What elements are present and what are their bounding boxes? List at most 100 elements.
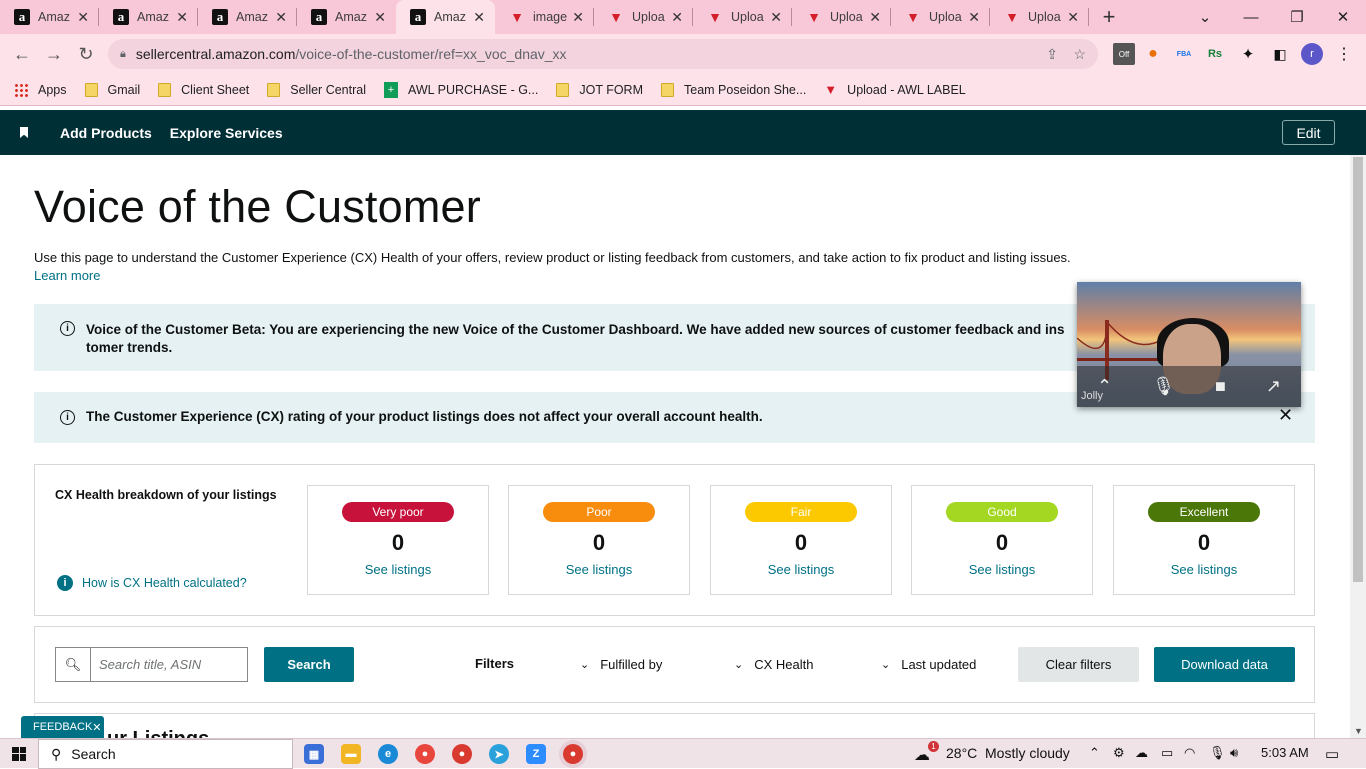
see-listings-link[interactable]: See listings	[912, 562, 1092, 577]
tab-search-chevron-icon[interactable]: ⌄	[1182, 0, 1228, 34]
back-arrow-icon[interactable]: ←	[6, 44, 38, 65]
weather-temp[interactable]: 28°C	[946, 745, 977, 761]
close-tab-icon[interactable]: ✕	[374, 9, 386, 26]
browser-tab[interactable]: ▼ Uploa ✕	[990, 0, 1089, 34]
bookmark-jot-form[interactable]: JOT FORM	[556, 82, 643, 97]
close-tab-icon[interactable]: ✕	[275, 9, 287, 26]
browser-tab[interactable]: a Amaz ✕	[99, 0, 198, 34]
close-tab-icon[interactable]: ✕	[572, 9, 584, 26]
star-bookmark-icon[interactable]: ☆	[1073, 46, 1086, 63]
video-call-window[interactable]: ⌃ 🎙︎ ■ ↗ Jolly	[1077, 282, 1301, 407]
profile-avatar[interactable]: r	[1301, 43, 1323, 65]
last-updated-dropdown[interactable]: ⌄ Last updated	[881, 657, 976, 672]
browser-tab[interactable]: ▼ Uploa ✕	[693, 0, 792, 34]
fba-extension-icon[interactable]: FBA	[1173, 43, 1195, 65]
bookmark-gmail[interactable]: Gmail	[84, 82, 140, 97]
telegram-icon[interactable]: ➤	[489, 744, 509, 764]
search-icon[interactable]: 🔍︎	[55, 647, 90, 682]
bookmark-team-poseidon[interactable]: Team Poseidon She...	[661, 82, 806, 97]
see-listings-link[interactable]: See listings	[711, 562, 891, 577]
scroll-down-arrow-icon[interactable]: ▼	[1354, 726, 1363, 736]
rs-extension-icon[interactable]: Rs	[1204, 43, 1226, 65]
clear-filters-button[interactable]: Clear filters	[1018, 647, 1139, 682]
nav-explore-services[interactable]: Explore Services	[170, 125, 283, 141]
bookmark-upload-awl-label[interactable]: ▼ Upload - AWL LABEL	[824, 82, 965, 97]
wifi-icon[interactable]: ◠	[1184, 745, 1195, 761]
mic-muted-icon[interactable]: 🎙︎	[1152, 376, 1175, 397]
tray-app-icon[interactable]: ⚙	[1113, 745, 1125, 761]
new-tab-plus-icon[interactable]: +	[1089, 4, 1129, 30]
close-tab-icon[interactable]: ✕	[176, 9, 188, 26]
close-tab-icon[interactable]: ✕	[968, 9, 980, 26]
browser-tab[interactable]: ▼ Uploa ✕	[792, 0, 891, 34]
menu-dots-icon[interactable]: ⋮	[1333, 43, 1355, 65]
browser-tab-active[interactable]: a Amaz ✕	[396, 0, 495, 34]
forward-arrow-icon[interactable]: →	[38, 44, 70, 65]
notifications-icon[interactable]: ▭	[1325, 745, 1339, 763]
bookmark-awl-purchase[interactable]: + AWL PURCHASE - G...	[384, 81, 538, 98]
puzzle-extensions-icon[interactable]: ✦	[1237, 43, 1259, 65]
url-path: /voice-of-the-customer/ref=xx_voc_dnav_x…	[295, 46, 567, 62]
off-extension-icon[interactable]: Off	[1113, 43, 1135, 65]
file-explorer-icon[interactable]: ▬	[341, 744, 361, 764]
close-tab-icon[interactable]: ✕	[77, 9, 89, 26]
close-tab-icon[interactable]: ✕	[473, 9, 485, 26]
close-feedback-icon[interactable]: ✕	[92, 721, 101, 734]
tray-overflow-icon[interactable]: ⌃	[1089, 745, 1100, 761]
windows-start-icon[interactable]	[12, 746, 26, 761]
see-listings-link[interactable]: See listings	[1114, 562, 1294, 577]
close-window-icon[interactable]: ✕	[1320, 0, 1366, 34]
close-tab-icon[interactable]: ✕	[770, 9, 782, 26]
restore-icon[interactable]: ❐	[1274, 0, 1320, 34]
browser-tab[interactable]: a Amaz ✕	[297, 0, 396, 34]
see-listings-link[interactable]: See listings	[509, 562, 689, 577]
cx-health-how-link[interactable]: i How is CX Health calculated?	[57, 575, 247, 591]
feedback-button[interactable]: FEEDBACK ✕	[21, 716, 104, 738]
task-view-icon[interactable]: ▦	[304, 744, 324, 764]
browser-tab[interactable]: ▼ Uploa ✕	[594, 0, 693, 34]
search-input[interactable]: Search title, ASIN	[90, 647, 248, 682]
taskbar-search[interactable]: ⚲ Search	[38, 739, 293, 769]
close-tab-icon[interactable]: ✕	[869, 9, 881, 26]
popout-icon[interactable]: ↗	[1266, 376, 1281, 397]
share-icon[interactable]: ⇪	[1046, 46, 1058, 63]
address-bar[interactable]: 🔒︎ sellercentral.amazon.com/voice-of-the…	[108, 39, 1098, 69]
bookmark-client-sheet[interactable]: Client Sheet	[158, 82, 249, 97]
see-listings-link[interactable]: See listings	[308, 562, 488, 577]
cx-health-dropdown[interactable]: ⌄ CX Health	[734, 657, 813, 672]
learn-more-link[interactable]: Learn more	[34, 268, 100, 283]
camera-icon[interactable]: ■	[1215, 376, 1226, 397]
close-alert-icon[interactable]: ✕	[1278, 405, 1293, 426]
battery-icon[interactable]: ▭	[1161, 745, 1173, 761]
chrome-profile-icon[interactable]: ●	[452, 744, 472, 764]
clock[interactable]: 5:03 AM	[1261, 745, 1309, 760]
microphone-icon[interactable]: 🎙︎	[1209, 745, 1226, 761]
weather-text[interactable]: Mostly cloudy	[985, 745, 1070, 761]
browser-tab[interactable]: a Amaz ✕	[198, 0, 297, 34]
download-data-button[interactable]: Download data	[1154, 647, 1295, 682]
search-button[interactable]: Search	[264, 647, 354, 682]
reload-icon[interactable]: ↻	[70, 44, 102, 65]
close-tab-icon[interactable]: ✕	[671, 9, 683, 26]
browser-tab[interactable]: ▼ Uploa ✕	[891, 0, 990, 34]
close-tab-icon[interactable]: ✕	[1067, 9, 1079, 26]
minimize-icon[interactable]: —	[1228, 0, 1274, 34]
bookmark-seller-central[interactable]: Seller Central	[267, 82, 366, 97]
page-scrollbar[interactable]: ▼	[1350, 155, 1366, 738]
scrollbar-thumb[interactable]	[1353, 157, 1363, 582]
chrome-icon[interactable]: ●	[415, 744, 435, 764]
chrome-active-icon[interactable]: ●	[563, 744, 583, 764]
onedrive-icon[interactable]: ☁	[1135, 745, 1148, 761]
bookmark-apps[interactable]: Apps	[14, 82, 67, 97]
volume-icon[interactable]: 🔊︎	[1230, 745, 1238, 761]
nav-add-products[interactable]: Add Products	[60, 125, 152, 141]
fulfilled-by-dropdown[interactable]: ⌄ Fulfilled by	[580, 657, 662, 672]
browser-tab[interactable]: ▼ image ✕	[495, 0, 594, 34]
bookmark-ribbon-icon[interactable]	[20, 127, 28, 138]
edge-icon[interactable]: e	[378, 744, 398, 764]
side-panel-icon[interactable]: ◧	[1269, 43, 1291, 65]
zoom-icon[interactable]: Z	[526, 744, 546, 764]
browser-tab[interactable]: a Amaz ✕	[0, 0, 99, 34]
edit-nav-button[interactable]: Edit	[1282, 120, 1335, 145]
orange-extension-icon[interactable]: ●	[1142, 43, 1164, 65]
